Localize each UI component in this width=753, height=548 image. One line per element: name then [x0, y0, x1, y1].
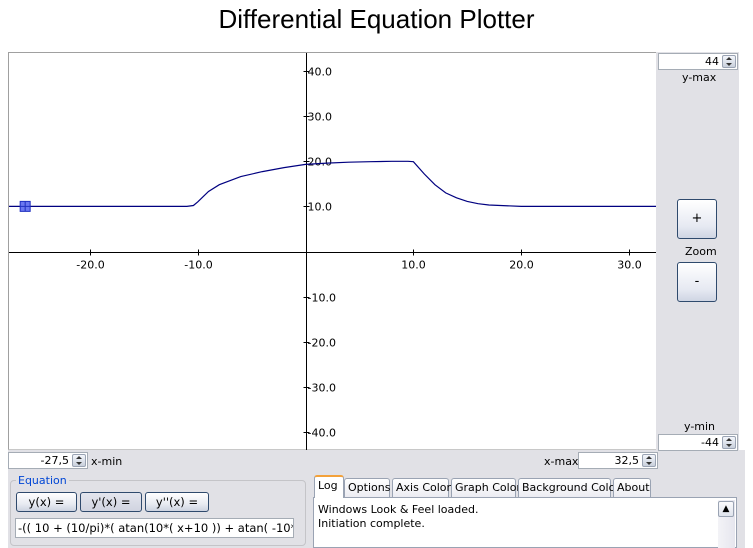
y-tick-label: 10.0	[308, 201, 333, 214]
log-line: Initiation complete.	[318, 517, 425, 530]
spinner-arrows-icon[interactable]	[72, 454, 86, 467]
y-tick-label: -10.0	[308, 292, 336, 305]
spinner-arrows-icon[interactable]	[722, 436, 736, 449]
y-tick-label: 40.0	[308, 66, 333, 79]
tab-about[interactable]: About	[613, 478, 651, 497]
zoom-label: Zoom	[685, 245, 717, 258]
x-max-value[interactable]: 32,5	[615, 454, 640, 467]
y-min-label: y-min	[684, 420, 716, 433]
y-max-spinner[interactable]: 44	[658, 53, 738, 70]
tab-axis-color[interactable]: Axis Color	[392, 478, 451, 497]
x-min-value[interactable]: -27,5	[41, 454, 69, 467]
zoom-out-button[interactable]: -	[677, 262, 717, 302]
scroll-up-icon[interactable]: ▲	[718, 501, 734, 517]
x-max-label: x-max	[544, 455, 579, 468]
x-min-spinner[interactable]: -27,5	[8, 452, 88, 469]
y-max-label: y-max	[682, 71, 717, 84]
x-min-label: x-min	[91, 455, 123, 468]
x-tick-label: 10.0	[401, 259, 426, 272]
log-text: Windows Look & Feel loaded. Initiation c…	[318, 503, 479, 531]
y-tick-label: 20.0	[308, 156, 333, 169]
window-title: Differential Equation Plotter	[218, 4, 535, 34]
solution-curve	[9, 160, 656, 207]
y-tick-label: -40.0	[308, 427, 336, 440]
x-tick-label: -20.0	[76, 259, 104, 272]
tab-options[interactable]: Options	[344, 478, 390, 497]
x-tick-label: 30.0	[617, 259, 642, 272]
x-max-spinner[interactable]: 32,5	[578, 452, 658, 469]
tab-background-color[interactable]: Background Color	[518, 478, 620, 497]
equation-legend: Equation	[16, 474, 69, 487]
y-min-spinner[interactable]: -44	[658, 434, 738, 451]
y-prime-equation-button[interactable]: y'(x) =	[80, 492, 142, 512]
spinner-arrows-icon[interactable]	[642, 454, 656, 467]
y-max-value[interactable]: 44	[705, 55, 719, 68]
zoom-in-button[interactable]: +	[677, 199, 717, 239]
tab-log[interactable]: Log	[314, 475, 344, 498]
equation-input[interactable]: -(( 10 + (10/pi)*( atan(10*( x+10 )) + a…	[15, 518, 294, 538]
spinner-arrows-icon[interactable]	[722, 55, 736, 68]
x-tick-label: 20.0	[509, 259, 534, 272]
y-tick-label: -30.0	[308, 382, 336, 395]
y-equation-button[interactable]: y(x) =	[16, 492, 77, 512]
y-double-prime-equation-button[interactable]: y''(x) =	[145, 492, 209, 512]
y-tick-label: -20.0	[308, 337, 336, 350]
initial-point-marker[interactable]	[19, 200, 31, 212]
x-tick-label: -10.0	[184, 259, 212, 272]
tab-graph-color[interactable]: Graph Color	[451, 478, 521, 497]
plot-svg: -20.0 -10.0 10.0 20.0 30.0 40.0 30.0 20.0 10.0 -1…	[9, 53, 656, 450]
y-tick-label: 30.0	[308, 111, 333, 124]
log-line: Windows Look & Feel loaded.	[318, 503, 479, 516]
y-min-value[interactable]: -44	[701, 436, 719, 449]
plot-canvas[interactable]: -20.0 -10.0 10.0 20.0 30.0 40.0 30.0 20.0 10.0 -1…	[8, 52, 656, 450]
